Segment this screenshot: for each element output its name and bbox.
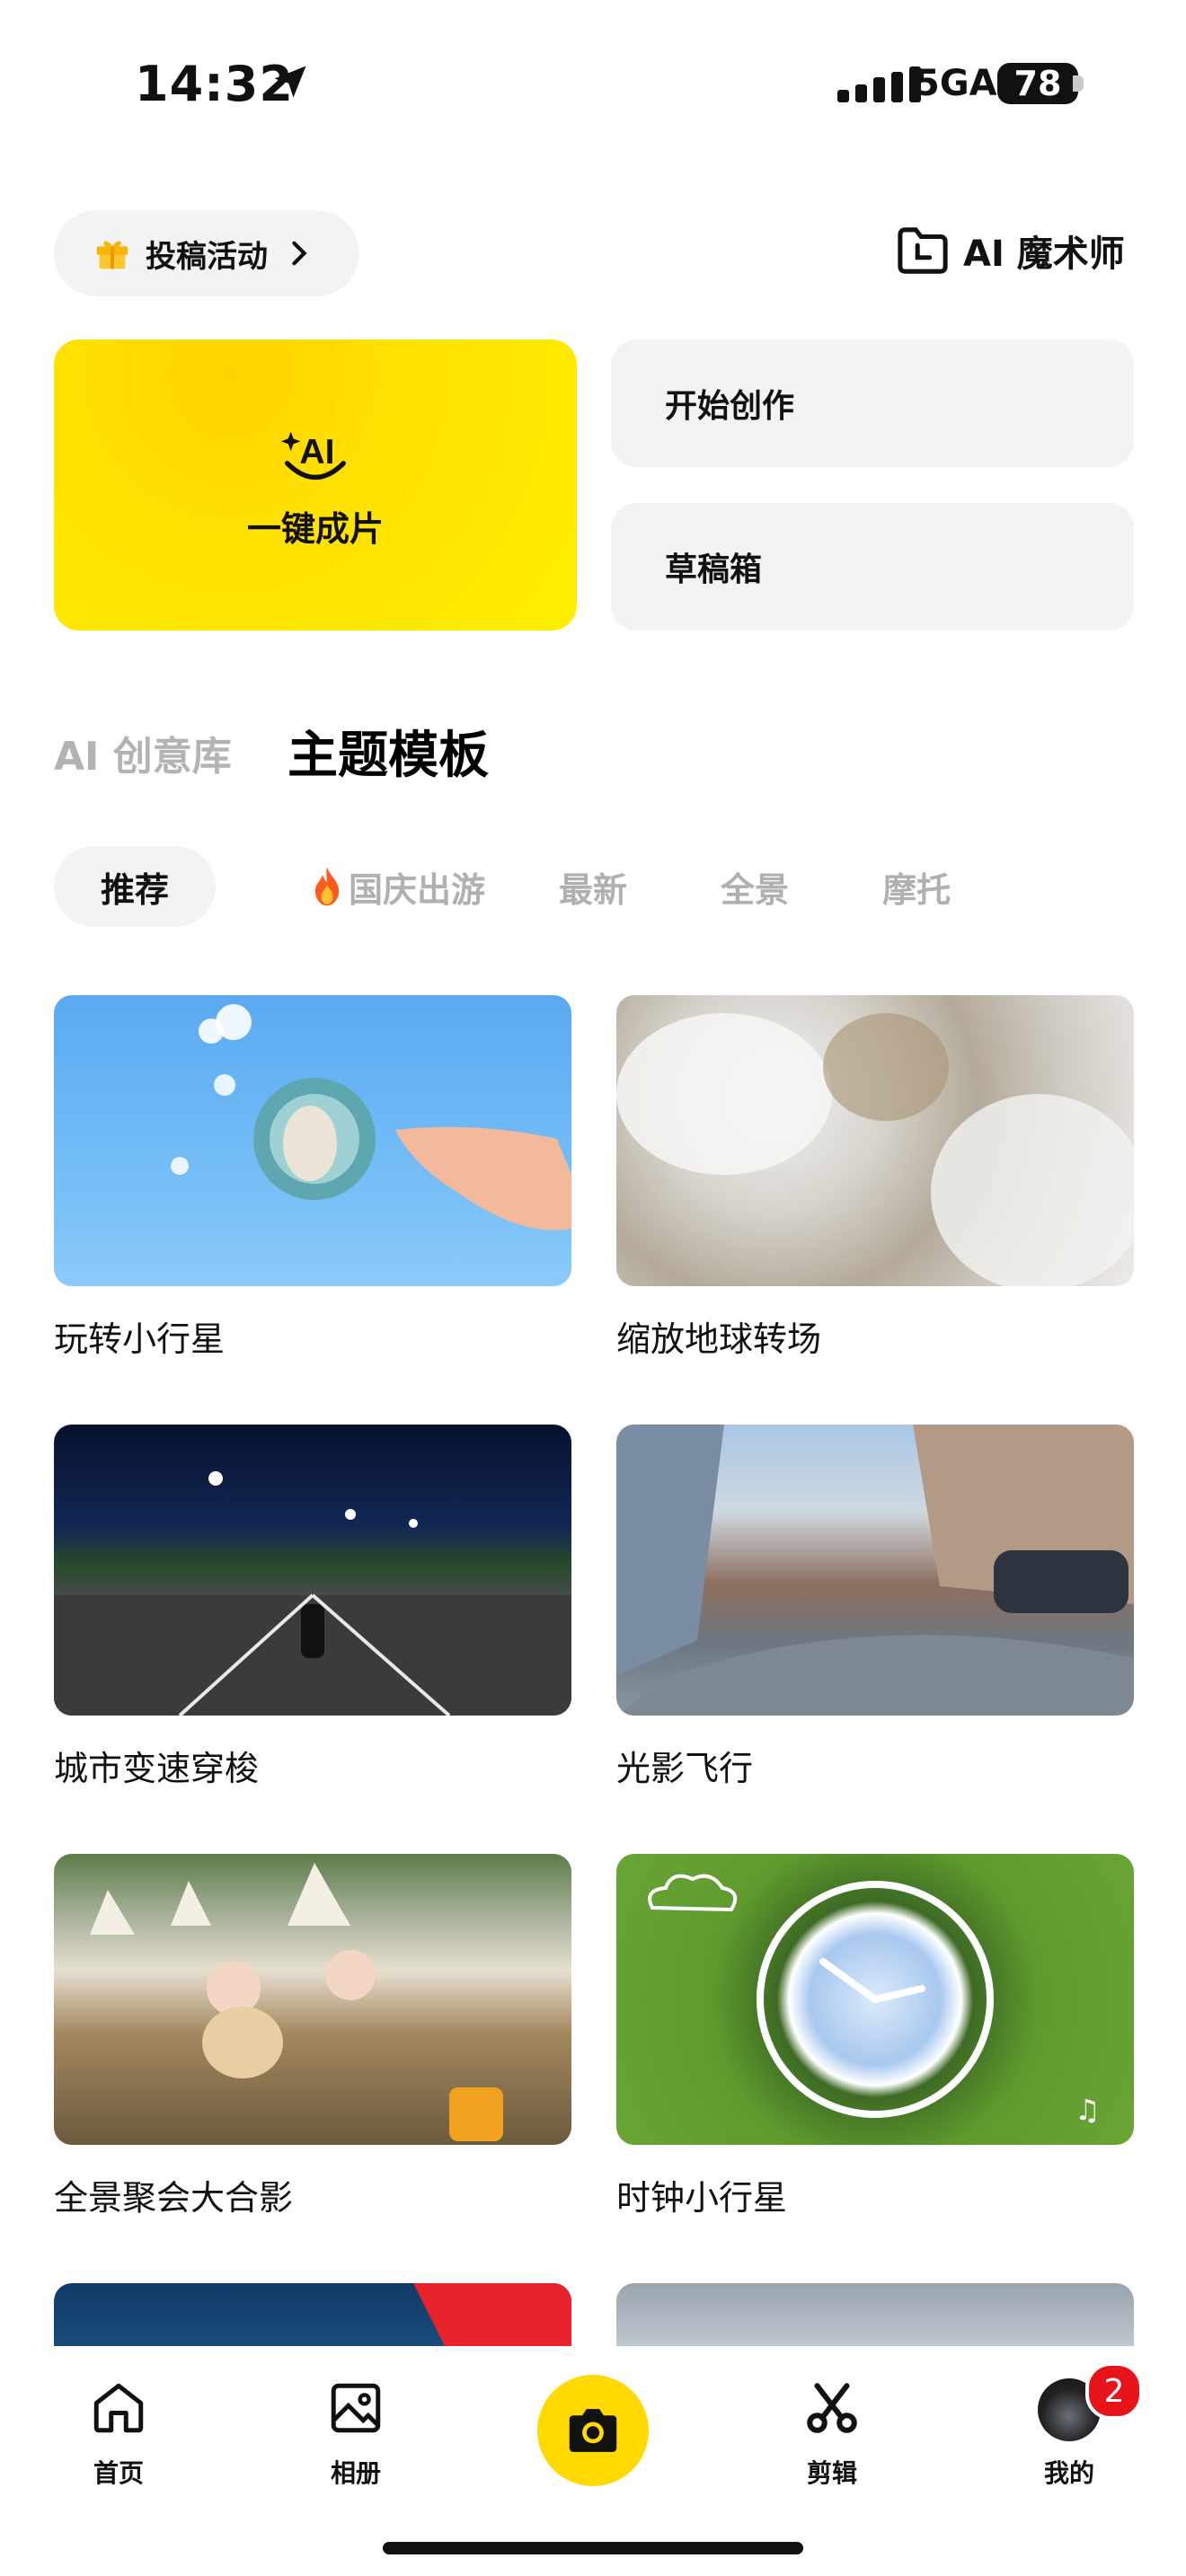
template-thumbnail[interactable]: ♫ [616, 1854, 1134, 2145]
chip-panorama[interactable]: 全景 [721, 846, 789, 927]
tab-theme-templates[interactable]: 主题模板 [288, 715, 489, 788]
submission-label: 投稿活动 [146, 238, 268, 275]
template-thumbnail[interactable] [616, 995, 1134, 1286]
signal-icon [837, 66, 921, 102]
fire-emoji-icon [314, 867, 340, 906]
ai-sparkle-icon: AI [280, 431, 347, 480]
chip-latest[interactable]: 最新 [559, 846, 627, 927]
template-thumbnail[interactable] [54, 2283, 571, 2355]
chip-label: 国庆出游 [349, 869, 486, 910]
ai-badge-text: AI [299, 432, 334, 471]
svg-text:♫: ♫ [1075, 2093, 1101, 2127]
category-chips: 推荐 国庆出游 最新 全景 摩托 [54, 846, 951, 927]
gift-icon [96, 241, 128, 269]
nav-home-label: 首页 [93, 2458, 144, 2488]
location-arrow-icon [274, 66, 306, 98]
nav-profile-label: 我的 [1043, 2458, 1094, 2488]
template-title: 全景聚会大合影 [54, 2178, 294, 2218]
status-time: 14:32 [135, 56, 294, 112]
partial-thumbnail-image [413, 2283, 571, 2355]
template-thumbnail[interactable] [54, 1425, 571, 1716]
home-icon [93, 2383, 144, 2433]
submission-activity-button[interactable]: 投稿活动 [54, 210, 359, 296]
notification-badge: 2 [1085, 2362, 1143, 2420]
battery-indicator: 78 [997, 63, 1078, 104]
template-thumbnail[interactable] [616, 1425, 1134, 1716]
template-thumbnail[interactable] [616, 2283, 1134, 2355]
nav-edit[interactable]: 剪辑 [769, 2378, 895, 2490]
network-type: 5GA [915, 63, 997, 104]
ai-magician-label: AI 魔术师 [963, 234, 1125, 275]
one-click-label: 一键成片 [246, 508, 384, 549]
template-thumbnail[interactable] [54, 1854, 571, 2145]
nav-album[interactable]: 相册 [293, 2378, 419, 2490]
group-photo-image [90, 1863, 503, 2141]
scissors-icon [807, 2383, 857, 2433]
one-click-video-card[interactable]: AI 一键成片 [54, 340, 577, 631]
template-title: 玩转小行星 [54, 1319, 226, 1359]
city-speed-image [54, 1471, 571, 1716]
nav-edit-label: 剪辑 [806, 2458, 857, 2488]
start-create-button[interactable]: 开始创作 [611, 340, 1134, 467]
little-planet-image [171, 1004, 571, 1231]
home-indicator[interactable] [383, 2542, 803, 2554]
zoom-earth-image [616, 1013, 1134, 1286]
folder-clock-icon [898, 227, 948, 274]
ai-magician-button[interactable]: AI 魔术师 [895, 225, 1125, 277]
template-title: 时钟小行星 [616, 2178, 788, 2218]
camera-icon [569, 2409, 617, 2452]
drafts-button[interactable]: 草稿箱 [611, 503, 1134, 631]
light-flight-image [616, 1425, 1134, 1716]
nav-album-label: 相册 [330, 2458, 381, 2488]
start-create-label: 开始创作 [665, 388, 795, 425]
nav-home[interactable]: 首页 [56, 2378, 181, 2490]
chevron-right-icon [292, 241, 307, 266]
template-thumbnail[interactable] [54, 995, 571, 1286]
chip-national-day[interactable]: 国庆出游 [309, 846, 485, 927]
clock-planet-image: ♫ [648, 1874, 1101, 2127]
camera-button[interactable] [537, 2375, 649, 2486]
chip-motorcycle[interactable]: 摩托 [882, 846, 951, 927]
battery-tip [1073, 75, 1084, 92]
template-title: 城市变速穿梭 [54, 1749, 260, 1788]
template-title: 光影飞行 [616, 1749, 754, 1788]
drafts-label: 草稿箱 [665, 551, 763, 588]
template-title: 缩放地球转场 [616, 1319, 822, 1359]
tab-ai-creative-library[interactable]: AI 创意库 [54, 724, 232, 781]
image-icon [331, 2383, 381, 2433]
chip-recommended[interactable]: 推荐 [54, 846, 217, 927]
